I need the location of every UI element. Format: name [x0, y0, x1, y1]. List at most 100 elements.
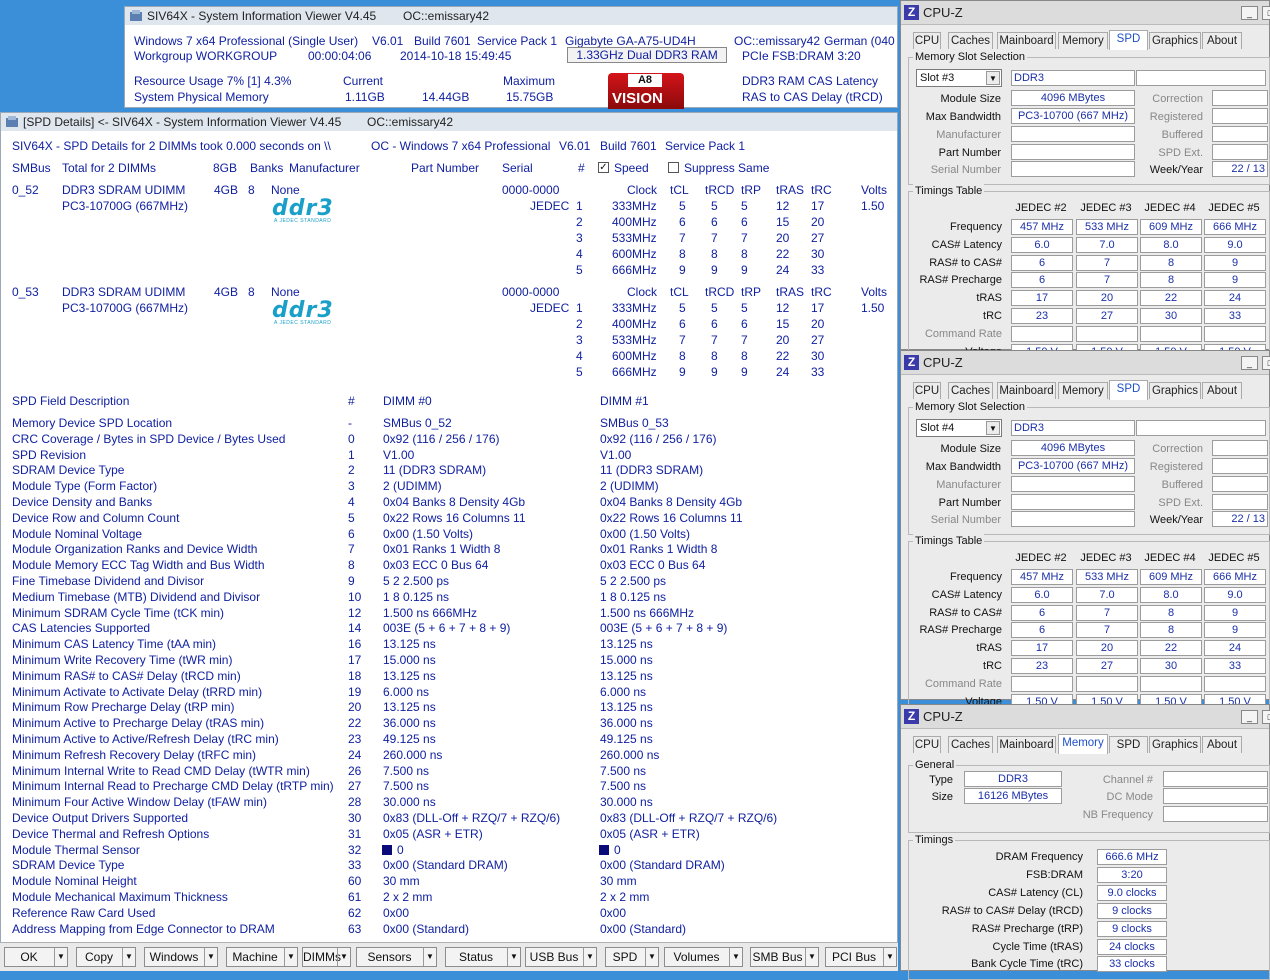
chevron-down-icon[interactable]: ▼ [986, 421, 1000, 435]
spd-field-dimm0: SMBus 0_52 [383, 416, 452, 430]
speed-checkbox[interactable]: ✓ [598, 162, 609, 173]
ram-button[interactable]: 1.33GHz Dual DDR3 RAM [567, 47, 727, 63]
physical-memory-max: 15.75GB [506, 90, 554, 104]
dropdown-arrow-icon[interactable]: ▼ [423, 948, 436, 966]
cpuz-tab-cpu[interactable]: CPU [913, 736, 941, 753]
dropdown-arrow-icon[interactable]: ▼ [122, 948, 135, 966]
registered-box [1212, 108, 1268, 124]
siv-app-icon [130, 10, 142, 21]
jedec-cell [1140, 675, 1202, 692]
dropdown-arrow-icon[interactable]: ▼ [883, 948, 896, 966]
cpuz-tab-cpu[interactable]: CPU [913, 382, 941, 399]
spd-field-dimm1: 6.000 ns [600, 684, 647, 699]
siv-btn-copy[interactable]: Copy ▼ [76, 947, 136, 967]
timing-col-header: tRAS [776, 183, 805, 197]
cpuz-tab-memory[interactable]: Memory [1058, 734, 1108, 754]
cpuz-titlebar[interactable]: Z CPU-Z _ □ [901, 1, 1270, 25]
minimize-icon[interactable]: _ [1241, 356, 1258, 370]
jedec-cell: 7 [1076, 272, 1138, 289]
spd-field-dimm0: 13.125 ns [383, 700, 436, 715]
cpuz-tab-about[interactable]: About [1202, 32, 1242, 49]
spd-field-num: 3 [348, 479, 355, 494]
chevron-down-icon[interactable]: ▼ [986, 71, 1000, 85]
siv-btn-spd[interactable]: SPD ▼ [605, 947, 659, 967]
dropdown-arrow-icon[interactable]: ▼ [204, 948, 217, 966]
cpuz-logo-icon: Z [904, 355, 919, 370]
cpuz-title: CPU-Z [923, 709, 963, 724]
cpuz-tab-mainboard[interactable]: Mainboard [997, 736, 1056, 753]
spd-field-num: 12 [348, 605, 362, 620]
week-year-label: Week/Year [1149, 514, 1203, 526]
spd-titlebar[interactable]: [SPD Details] <- SIV64X - System Informa… [1, 113, 897, 131]
cpuz-tab-memory[interactable]: Memory [1058, 382, 1108, 399]
siv-btn-usb-bus[interactable]: USB Bus ▼ [525, 947, 597, 967]
siv-btn-volumes[interactable]: Volumes ▼ [664, 947, 743, 967]
timing-cell: 6 [679, 317, 686, 331]
slot-select[interactable]: Slot #4 ▼ [916, 419, 1002, 437]
cpuz-tab-caches[interactable]: Caches [948, 32, 993, 49]
cpuz-tab-mainboard[interactable]: Mainboard [997, 32, 1056, 49]
jedec-cell: 23 [1011, 308, 1073, 324]
dropdown-arrow-icon[interactable]: ▼ [507, 948, 520, 966]
timing-cell: 24 [776, 263, 790, 277]
cpuz-tab-spd[interactable]: SPD [1109, 30, 1148, 50]
minimize-icon[interactable]: _ [1241, 710, 1258, 724]
physical-memory-current: 1.11GB [345, 90, 385, 104]
os-build: Build 7601 [414, 34, 471, 48]
mem-timing-value: 9.0 clocks [1097, 884, 1167, 901]
spd-field-dimm1: 003E (5 + 6 + 7 + 8 + 9) [600, 621, 728, 636]
suppress-same-checkbox[interactable] [668, 162, 679, 173]
siv-btn-status[interactable]: Status ▼ [445, 947, 521, 967]
maximize-icon[interactable]: □ [1262, 710, 1270, 724]
jedec-cell [1204, 325, 1266, 342]
siv-btn-dimms[interactable]: DIMMs ▼ [302, 947, 351, 967]
maximize-icon[interactable]: □ [1262, 356, 1270, 370]
spd-field-num: 2 [348, 463, 355, 478]
siv-btn-sensors[interactable]: Sensors ▼ [356, 947, 437, 967]
timing-col-header: tRC [811, 285, 832, 299]
spd-field-dimm1: 260.000 ns [600, 747, 660, 762]
cpuz-tab-graphics[interactable]: Graphics [1149, 736, 1201, 753]
siv-btn-smb-bus[interactable]: SMB Bus ▼ [750, 947, 819, 967]
cpuz-tab-mainboard[interactable]: Mainboard [997, 382, 1056, 399]
dropdown-arrow-icon[interactable]: ▼ [805, 948, 818, 966]
siv-btn-pci-bus[interactable]: PCI Bus ▼ [825, 947, 897, 967]
siv-btn-ok-label: OK [20, 950, 38, 964]
cpuz-tab-about[interactable]: About [1202, 736, 1242, 753]
cpuz-tab-spd[interactable]: SPD [1109, 380, 1148, 400]
mem-timing-value: 33 clocks [1097, 956, 1167, 973]
cpuz-tab-spd[interactable]: SPD [1109, 736, 1148, 753]
cpuz-tab-graphics[interactable]: Graphics [1149, 382, 1201, 399]
jedec-cell: 20 [1076, 640, 1138, 657]
dropdown-arrow-icon[interactable]: ▼ [54, 948, 67, 966]
dropdown-arrow-icon[interactable]: ▼ [583, 948, 596, 966]
cpuz-tab-graphics[interactable]: Graphics [1149, 32, 1201, 49]
part-number-box [1011, 144, 1135, 160]
mem-timing-label: RAS# Precharge (tRP) [971, 922, 1083, 935]
host-name: OC::emissary42 [734, 34, 821, 48]
cpuz-tab-memory[interactable]: Memory [1058, 32, 1108, 49]
minimize-icon[interactable]: _ [1241, 6, 1258, 20]
timing-cell: 666MHz [612, 365, 657, 379]
siv-main-titlebar[interactable]: SIV64X - System Information Viewer V4.45… [125, 7, 897, 25]
siv-btn-machine[interactable]: Machine ▼ [226, 947, 298, 967]
cpuz-tab-caches[interactable]: Caches [948, 736, 993, 753]
cpuz-titlebar[interactable]: Z CPU-Z _ □ [901, 705, 1270, 729]
timing-cell: 20 [776, 333, 790, 347]
cpuz-titlebar[interactable]: Z CPU-Z _ □ [901, 351, 1270, 375]
dropdown-arrow-icon[interactable]: ▼ [284, 948, 297, 966]
cpuz-tab-caches[interactable]: Caches [948, 382, 993, 399]
dropdown-arrow-icon[interactable]: ▼ [645, 948, 658, 966]
siv-btn-ok[interactable]: OK ▼ [4, 947, 68, 967]
dropdown-arrow-icon[interactable]: ▼ [337, 948, 350, 966]
timing-cell: 533MHz [612, 231, 657, 245]
dropdown-arrow-icon[interactable]: ▼ [729, 948, 742, 966]
maximize-icon[interactable]: □ [1262, 6, 1270, 20]
siv-btn-windows[interactable]: Windows ▼ [144, 947, 218, 967]
jedec-cell [1011, 325, 1073, 342]
timing-cell: 7 [711, 231, 718, 245]
cpuz-tab-about[interactable]: About [1202, 382, 1242, 399]
cpuz-tab-cpu[interactable]: CPU [913, 32, 941, 49]
slot-select[interactable]: Slot #3 ▼ [916, 69, 1002, 87]
buffered-label: Buffered [1161, 129, 1203, 141]
